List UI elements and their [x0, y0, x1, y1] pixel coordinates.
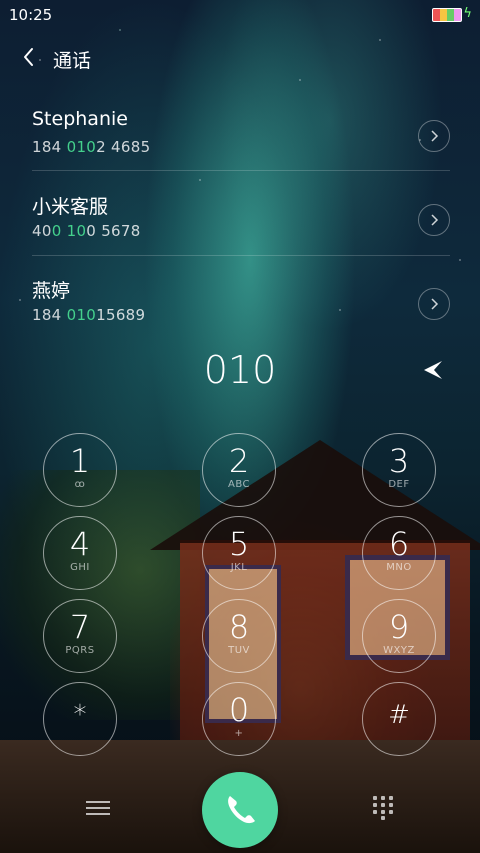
dialpad-icon[interactable]	[372, 796, 394, 820]
battery-icon	[432, 8, 462, 22]
divider	[32, 255, 450, 256]
chevron-left-icon[interactable]	[18, 42, 40, 72]
contact-number: 184 01015689	[32, 306, 146, 324]
backspace-icon[interactable]	[418, 355, 448, 385]
page-title: 通话	[53, 50, 92, 72]
key-2[interactable]: 2 ABC	[202, 433, 276, 507]
key-6[interactable]: 6 MNO	[362, 516, 436, 590]
contact-number: 400 100 5678	[32, 222, 141, 240]
contact-name: 小米客服	[32, 196, 109, 218]
key-3[interactable]: 3 DEF	[362, 433, 436, 507]
suggestion-item[interactable]: 小米客服 400 100 5678	[0, 192, 480, 276]
contact-name: Stephanie	[32, 108, 128, 130]
divider	[32, 170, 450, 171]
contact-name: 燕婷	[32, 280, 71, 302]
chevron-right-icon[interactable]	[418, 288, 450, 320]
phone-icon	[228, 796, 255, 824]
key-1[interactable]: 1 ꝏ	[43, 433, 117, 507]
contact-number: 184 0102 4685	[32, 138, 151, 156]
key-hash[interactable]: #	[362, 682, 436, 756]
dialed-number: 010	[203, 348, 277, 392]
key-5[interactable]: 5 JKL	[202, 516, 276, 590]
key-4[interactable]: 4 GHI	[43, 516, 117, 590]
status-bar: 10:25 ϟ	[0, 0, 480, 28]
header: 通话	[0, 38, 480, 78]
key-7[interactable]: 7 PQRS	[43, 599, 117, 673]
call-button[interactable]	[202, 772, 278, 848]
menu-icon[interactable]	[86, 797, 110, 819]
chevron-right-icon[interactable]	[418, 204, 450, 236]
voicemail-icon: ꝏ	[74, 479, 86, 490]
key-star[interactable]: *	[43, 682, 117, 756]
key-8[interactable]: 8 TUV	[202, 599, 276, 673]
key-9[interactable]: 9 WXYZ	[362, 599, 436, 673]
suggestion-item[interactable]: Stephanie 184 0102 4685	[0, 108, 480, 192]
chevron-right-icon[interactable]	[418, 120, 450, 152]
charging-icon: ϟ	[463, 6, 472, 21]
key-0[interactable]: 0 +	[202, 682, 276, 756]
status-time: 10:25	[9, 6, 53, 24]
